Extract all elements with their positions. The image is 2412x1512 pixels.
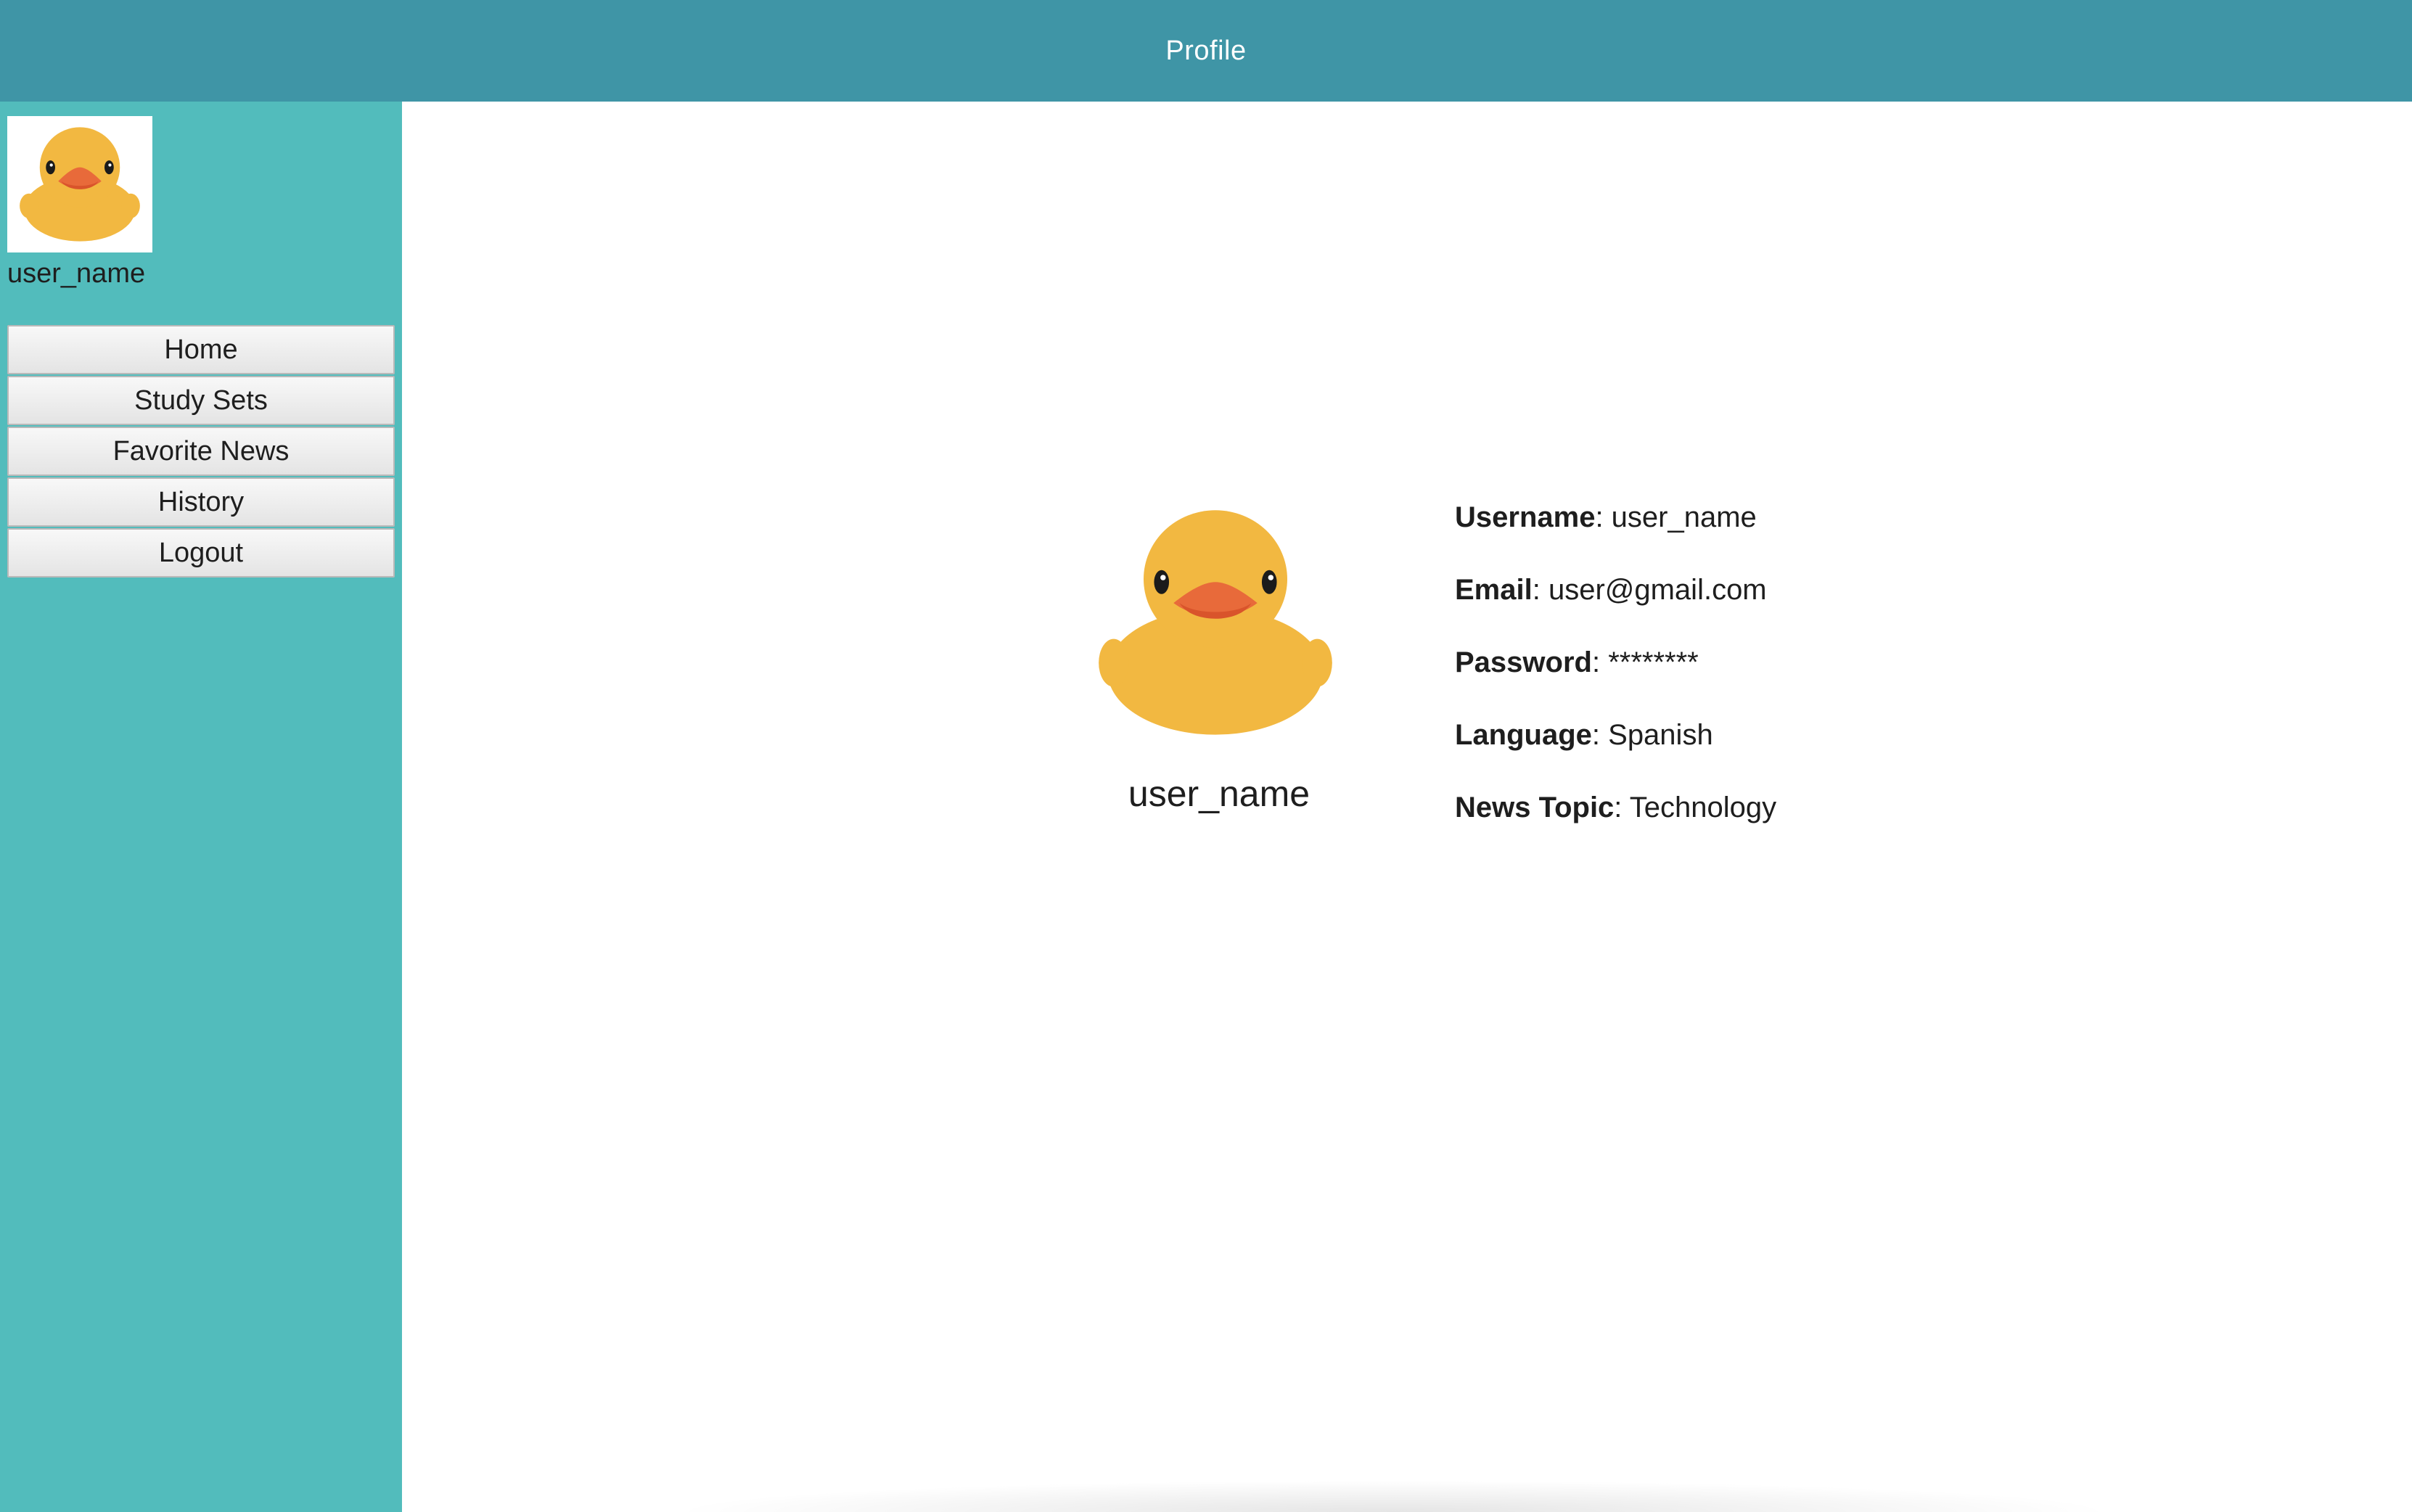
main-content xyxy=(402,102,2412,1512)
sidebar-username: user_name xyxy=(7,258,146,289)
favorite-news-button[interactable]: Favorite News xyxy=(7,427,395,476)
detail-label: Language xyxy=(1455,719,1592,751)
detail-label: News Topic xyxy=(1455,792,1615,823)
home-button[interactable]: Home xyxy=(7,325,395,374)
detail-label: Password xyxy=(1455,646,1592,678)
profile-details: Username: user_name Email: user@gmail.co… xyxy=(1455,499,1776,862)
detail-value: : user_name xyxy=(1595,501,1757,533)
detail-news-topic: News Topic: Technology xyxy=(1455,789,1776,862)
detail-value: : Technology xyxy=(1614,792,1777,823)
logout-button[interactable]: Logout xyxy=(7,528,395,578)
detail-email: Email: user@gmail.com xyxy=(1455,572,1776,644)
rubber-duck-icon xyxy=(20,127,140,242)
profile-display-name: user_name xyxy=(1128,773,1310,814)
detail-password: Password: ******** xyxy=(1455,644,1776,717)
detail-label: Email xyxy=(1455,574,1533,606)
detail-label: Username xyxy=(1455,501,1596,533)
bottom-shadow xyxy=(668,1480,2119,1512)
detail-value: : ******** xyxy=(1591,646,1699,678)
study-sets-button[interactable]: Study Sets xyxy=(7,376,395,425)
sidebar: user_name Home Study Sets Favorite News … xyxy=(0,102,402,1512)
top-bar: Profile xyxy=(0,0,2412,102)
detail-username: Username: user_name xyxy=(1455,499,1776,572)
detail-value: : Spanish xyxy=(1591,719,1713,751)
sidebar-avatar[interactable] xyxy=(7,116,152,252)
page-title: Profile xyxy=(1165,35,1247,66)
rubber-duck-icon xyxy=(1099,510,1332,735)
detail-language: Language: Spanish xyxy=(1455,717,1776,789)
history-button[interactable]: History xyxy=(7,477,395,527)
detail-value: : user@gmail.com xyxy=(1532,574,1767,606)
sidebar-nav: Home Study Sets Favorite News History Lo… xyxy=(7,325,395,579)
